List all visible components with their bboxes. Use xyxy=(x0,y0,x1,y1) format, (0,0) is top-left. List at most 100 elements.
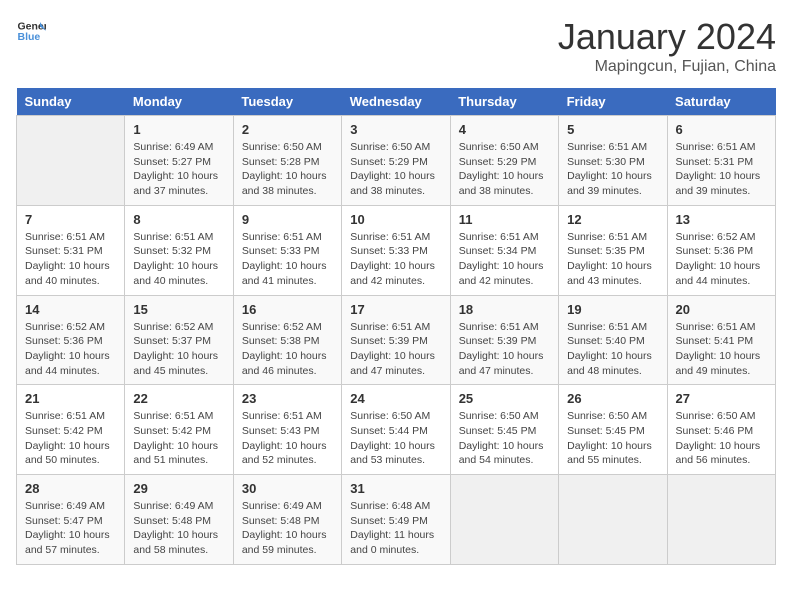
weekday-header: Thursday xyxy=(450,88,558,116)
logo: General Blue xyxy=(16,16,46,46)
location-subtitle: Mapingcun, Fujian, China xyxy=(558,58,776,76)
cell-content: Sunrise: 6:50 AMSunset: 5:28 PMDaylight:… xyxy=(242,140,333,199)
calendar-cell xyxy=(17,116,125,206)
calendar-cell: 7 Sunrise: 6:51 AMSunset: 5:31 PMDaylight… xyxy=(17,205,125,295)
cell-content: Sunrise: 6:49 AMSunset: 5:48 PMDaylight:… xyxy=(242,499,333,558)
calendar-cell xyxy=(667,475,775,565)
calendar-cell: 9Sunrise: 6:51 AMSunset: 5:33 PMDaylight… xyxy=(233,205,341,295)
calendar-cell: 21 Sunrise: 6:51 AMSunset: 5:42 PMDayligh… xyxy=(17,385,125,475)
cell-content: Sunrise: 6:50 AMSunset: 5:29 PMDaylight:… xyxy=(459,140,550,199)
day-number: 17 xyxy=(350,302,441,317)
calendar-cell: 16 Sunrise: 6:52 AMSunset: 5:38 PMDayligh… xyxy=(233,295,341,385)
cell-content: Sunrise: 6:51 AMSunset: 5:33 PMDaylight:… xyxy=(350,230,441,289)
calendar-cell: 6 Sunrise: 6:51 AMSunset: 5:31 PMDaylight… xyxy=(667,116,775,206)
weekday-header: Monday xyxy=(125,88,233,116)
weekday-header: Wednesday xyxy=(342,88,450,116)
cell-content: Sunrise: 6:50 AMSunset: 5:29 PMDaylight:… xyxy=(350,140,441,199)
weekday-header: Sunday xyxy=(17,88,125,116)
cell-content: Sunrise: 6:49 AMSunset: 5:27 PMDaylight:… xyxy=(133,140,224,199)
day-number: 22 xyxy=(133,391,224,406)
cell-content: Sunrise: 6:49 AMSunset: 5:48 PMDaylight:… xyxy=(133,499,224,558)
cell-content: Sunrise: 6:51 AMSunset: 5:39 PMDaylight:… xyxy=(350,320,441,379)
day-number: 8 xyxy=(133,212,224,227)
calendar-cell: 3 Sunrise: 6:50 AMSunset: 5:29 PMDaylight… xyxy=(342,116,450,206)
calendar-cell: 24Sunrise: 6:50 AMSunset: 5:44 PMDayligh… xyxy=(342,385,450,475)
calendar-cell: 30 Sunrise: 6:49 AMSunset: 5:48 PMDayligh… xyxy=(233,475,341,565)
calendar-cell: 25Sunrise: 6:50 AMSunset: 5:45 PMDayligh… xyxy=(450,385,558,475)
day-number: 31 xyxy=(350,481,441,496)
calendar-cell: 5 Sunrise: 6:51 AMSunset: 5:30 PMDaylight… xyxy=(559,116,667,206)
weekday-header: Friday xyxy=(559,88,667,116)
day-number: 3 xyxy=(350,122,441,137)
day-number: 1 xyxy=(133,122,224,137)
day-number: 26 xyxy=(567,391,658,406)
day-number: 5 xyxy=(567,122,658,137)
day-number: 14 xyxy=(25,302,116,317)
cell-content: Sunrise: 6:51 AMSunset: 5:31 PMDaylight:… xyxy=(676,140,767,199)
calendar-cell: 26 Sunrise: 6:50 AMSunset: 5:45 PMDayligh… xyxy=(559,385,667,475)
day-number: 19 xyxy=(567,302,658,317)
calendar-cell: 15 Sunrise: 6:52 AMSunset: 5:37 PMDayligh… xyxy=(125,295,233,385)
calendar-cell: 11 Sunrise: 6:51 AMSunset: 5:34 PMDayligh… xyxy=(450,205,558,295)
cell-content: Sunrise: 6:51 AMSunset: 5:33 PMDaylight:… xyxy=(242,230,333,289)
calendar-cell: 14Sunrise: 6:52 AMSunset: 5:36 PMDayligh… xyxy=(17,295,125,385)
cell-content: Sunrise: 6:51 AMSunset: 5:39 PMDaylight:… xyxy=(459,320,550,379)
svg-text:Blue: Blue xyxy=(18,31,41,43)
day-number: 20 xyxy=(676,302,767,317)
day-number: 16 xyxy=(242,302,333,317)
day-number: 21 xyxy=(25,391,116,406)
calendar-table: SundayMondayTuesdayWednesdayThursdayFrid… xyxy=(16,88,776,565)
cell-content: Sunrise: 6:48 AMSunset: 5:49 PMDaylight:… xyxy=(350,499,441,558)
calendar-cell: 2 Sunrise: 6:50 AMSunset: 5:28 PMDaylight… xyxy=(233,116,341,206)
cell-content: Sunrise: 6:51 AMSunset: 5:40 PMDaylight:… xyxy=(567,320,658,379)
cell-content: Sunrise: 6:50 AMSunset: 5:45 PMDaylight:… xyxy=(567,409,658,468)
cell-content: Sunrise: 6:51 AMSunset: 5:30 PMDaylight:… xyxy=(567,140,658,199)
cell-content: Sunrise: 6:52 AMSunset: 5:36 PMDaylight:… xyxy=(676,230,767,289)
cell-content: Sunrise: 6:51 AMSunset: 5:41 PMDaylight:… xyxy=(676,320,767,379)
calendar-cell xyxy=(559,475,667,565)
day-number: 27 xyxy=(676,391,767,406)
day-number: 13 xyxy=(676,212,767,227)
calendar-cell: 29Sunrise: 6:49 AMSunset: 5:48 PMDayligh… xyxy=(125,475,233,565)
calendar-cell: 27 Sunrise: 6:50 AMSunset: 5:46 PMDayligh… xyxy=(667,385,775,475)
cell-content: Sunrise: 6:50 AMSunset: 5:46 PMDaylight:… xyxy=(676,409,767,468)
cell-content: Sunrise: 6:51 AMSunset: 5:31 PMDaylight:… xyxy=(25,230,116,289)
day-number: 12 xyxy=(567,212,658,227)
calendar-cell: 17 Sunrise: 6:51 AMSunset: 5:39 PMDayligh… xyxy=(342,295,450,385)
cell-content: Sunrise: 6:49 AMSunset: 5:47 PMDaylight:… xyxy=(25,499,116,558)
day-number: 24 xyxy=(350,391,441,406)
calendar-cell: 1 Sunrise: 6:49 AMSunset: 5:27 PMDaylight… xyxy=(125,116,233,206)
calendar-cell: 18 Sunrise: 6:51 AMSunset: 5:39 PMDayligh… xyxy=(450,295,558,385)
cell-content: Sunrise: 6:51 AMSunset: 5:42 PMDaylight:… xyxy=(133,409,224,468)
calendar-cell: 19 Sunrise: 6:51 AMSunset: 5:40 PMDayligh… xyxy=(559,295,667,385)
calendar-cell: 10Sunrise: 6:51 AMSunset: 5:33 PMDayligh… xyxy=(342,205,450,295)
cell-content: Sunrise: 6:51 AMSunset: 5:43 PMDaylight:… xyxy=(242,409,333,468)
cell-content: Sunrise: 6:51 AMSunset: 5:35 PMDaylight:… xyxy=(567,230,658,289)
day-number: 18 xyxy=(459,302,550,317)
cell-content: Sunrise: 6:50 AMSunset: 5:45 PMDaylight:… xyxy=(459,409,550,468)
weekday-header: Tuesday xyxy=(233,88,341,116)
cell-content: Sunrise: 6:51 AMSunset: 5:32 PMDaylight:… xyxy=(133,230,224,289)
day-number: 11 xyxy=(459,212,550,227)
day-number: 2 xyxy=(242,122,333,137)
day-number: 15 xyxy=(133,302,224,317)
day-number: 6 xyxy=(676,122,767,137)
title-block: January 2024 Mapingcun, Fujian, China xyxy=(558,16,776,76)
weekday-header: Saturday xyxy=(667,88,775,116)
day-number: 4 xyxy=(459,122,550,137)
calendar-cell: 4 Sunrise: 6:50 AMSunset: 5:29 PMDaylight… xyxy=(450,116,558,206)
day-number: 7 xyxy=(25,212,116,227)
day-number: 30 xyxy=(242,481,333,496)
page-header: General Blue January 2024 Mapingcun, Fuj… xyxy=(16,16,776,76)
month-title: January 2024 xyxy=(558,16,776,58)
day-number: 23 xyxy=(242,391,333,406)
calendar-cell: 12 Sunrise: 6:51 AMSunset: 5:35 PMDayligh… xyxy=(559,205,667,295)
calendar-cell xyxy=(450,475,558,565)
calendar-cell: 8 Sunrise: 6:51 AMSunset: 5:32 PMDaylight… xyxy=(125,205,233,295)
cell-content: Sunrise: 6:51 AMSunset: 5:34 PMDaylight:… xyxy=(459,230,550,289)
logo-icon: General Blue xyxy=(16,16,46,46)
cell-content: Sunrise: 6:52 AMSunset: 5:38 PMDaylight:… xyxy=(242,320,333,379)
day-number: 28 xyxy=(25,481,116,496)
cell-content: Sunrise: 6:51 AMSunset: 5:42 PMDaylight:… xyxy=(25,409,116,468)
cell-content: Sunrise: 6:52 AMSunset: 5:37 PMDaylight:… xyxy=(133,320,224,379)
